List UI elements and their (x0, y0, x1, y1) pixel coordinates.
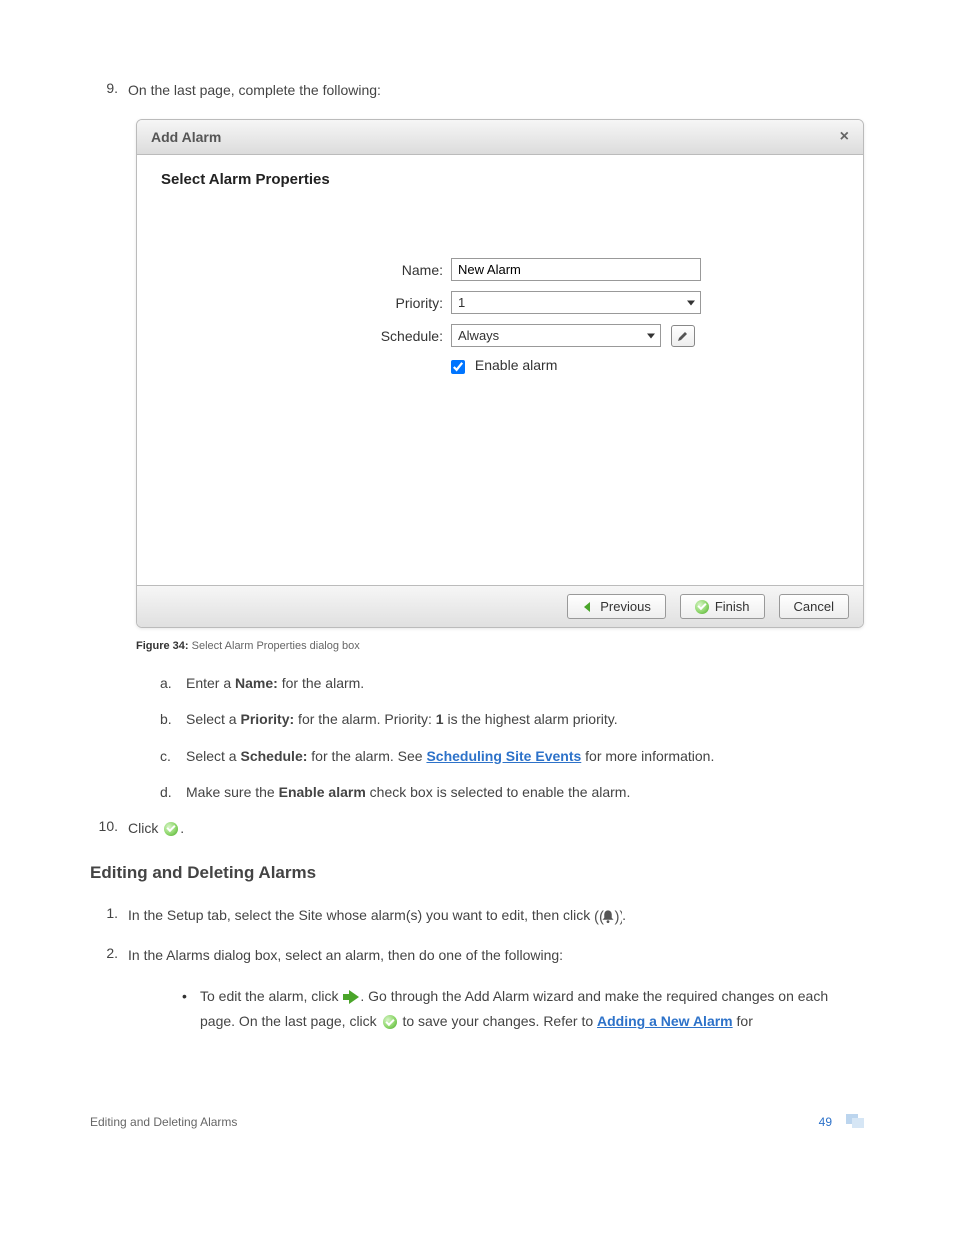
substep-letter: b. (160, 708, 186, 730)
name-input[interactable] (451, 258, 701, 281)
name-label: Name: (161, 262, 451, 278)
schedule-label: Schedule: (161, 328, 451, 344)
cancel-button[interactable]: Cancel (779, 594, 849, 619)
arrow-right-icon (342, 989, 360, 1005)
step-text: Click . (128, 818, 864, 839)
alarm-icon: (( )) (594, 905, 622, 927)
step-number: 9. (90, 80, 118, 101)
substep-letter: c. (160, 745, 186, 767)
step-text: In the Setup tab, select the Site whose … (128, 905, 864, 927)
check-icon (695, 600, 709, 614)
edit-schedule-button[interactable] (671, 325, 695, 347)
check-icon (383, 1015, 397, 1029)
svg-text:((: (( (594, 908, 604, 925)
bullet-text: To edit the alarm, click . Go through th… (200, 984, 864, 1034)
step-number: 1. (90, 905, 118, 927)
substep-text: Select a Schedule: for the alarm. See Sc… (186, 745, 864, 767)
close-icon[interactable]: × (840, 128, 849, 146)
priority-select[interactable]: 1 (451, 291, 701, 314)
previous-button[interactable]: Previous (567, 594, 666, 619)
page-number: 49 (819, 1115, 832, 1129)
scheduling-site-events-link[interactable]: Scheduling Site Events (426, 748, 581, 764)
enable-alarm-label: Enable alarm (475, 357, 558, 373)
substep-text: Select a Priority: for the alarm. Priori… (186, 708, 864, 730)
step-text: In the Alarms dialog box, select an alar… (128, 945, 864, 966)
check-icon (164, 822, 178, 836)
dialog-title: Add Alarm (151, 129, 221, 145)
pencil-icon (677, 330, 689, 342)
arrow-left-icon (582, 601, 594, 613)
priority-label: Priority: (161, 295, 451, 311)
chevron-down-icon (687, 300, 695, 305)
schedule-select[interactable]: Always (451, 324, 661, 347)
add-alarm-dialog: Add Alarm × Select Alarm Properties Name… (136, 119, 864, 628)
dialog-subtitle: Select Alarm Properties (161, 171, 839, 188)
footer-section: Editing and Deleting Alarms (90, 1115, 237, 1129)
step-number: 2. (90, 945, 118, 966)
bullet-icon: • (182, 984, 200, 1034)
page-decor-icon (842, 1114, 864, 1130)
finish-button[interactable]: Finish (680, 594, 765, 619)
section-heading: Editing and Deleting Alarms (90, 863, 864, 883)
step-number: 10. (90, 818, 118, 839)
substep-text: Make sure the Enable alarm check box is … (186, 781, 864, 803)
substep-letter: a. (160, 672, 186, 694)
enable-alarm-checkbox[interactable] (451, 360, 465, 374)
adding-new-alarm-link[interactable]: Adding a New Alarm (597, 1013, 733, 1029)
step-text: On the last page, complete the following… (128, 80, 864, 101)
substep-letter: d. (160, 781, 186, 803)
chevron-down-icon (647, 333, 655, 338)
figure-caption: Figure 34: Select Alarm Properties dialo… (136, 640, 864, 652)
substep-text: Enter a Name: for the alarm. (186, 672, 864, 694)
